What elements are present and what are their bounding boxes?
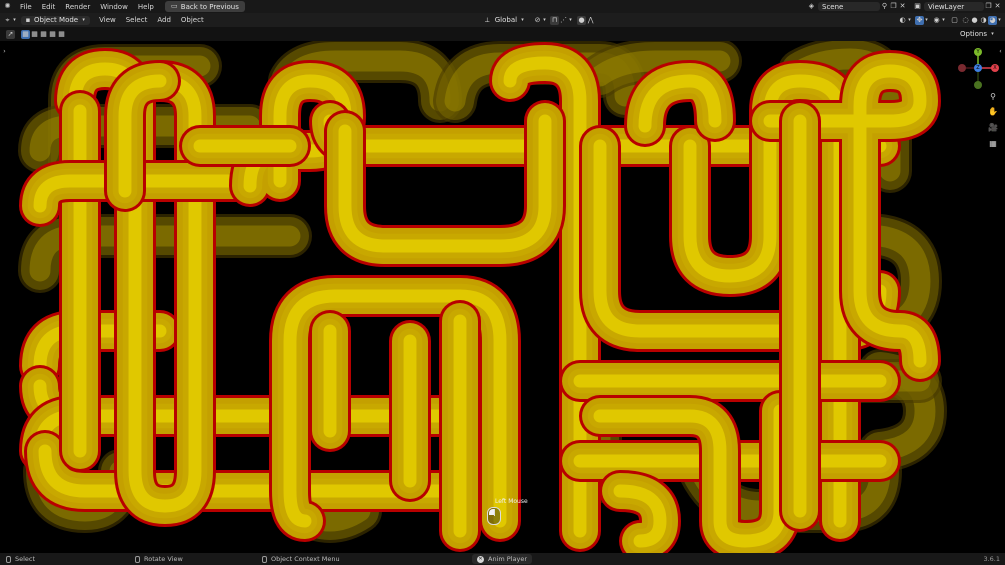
chevron-down-icon: ▾ [925, 16, 928, 23]
menu-select[interactable]: Select [121, 16, 153, 24]
select-tool-icon[interactable]: ➚ [6, 29, 15, 39]
chevron-down-icon: ▾ [991, 30, 994, 37]
status-anim-player[interactable]: ✕ Anim Player [472, 554, 532, 564]
select-intersect-icon[interactable]: ▦ [57, 30, 66, 39]
gizmo-x-axis[interactable]: X [991, 64, 999, 72]
chevron-down-icon: ▾ [521, 16, 524, 23]
mode-selector[interactable]: ▪ Object Mode ▾ [21, 15, 91, 25]
proportional-edit-icon[interactable]: ● [577, 15, 587, 25]
chevron-down-icon: ▾ [543, 16, 546, 23]
view-layer-icon[interactable]: ▣ [913, 2, 922, 11]
select-new-icon[interactable]: ▦ [21, 29, 30, 39]
zoom-icon[interactable]: ⚲ [987, 90, 999, 102]
gizmo-x-label: X [993, 65, 997, 71]
pan-hand-icon[interactable]: ✋ [987, 105, 999, 117]
pivot-point-icon[interactable]: ⊘ [533, 16, 542, 25]
status-select: Select [6, 555, 35, 563]
select-subtract-icon[interactable]: ▦ [39, 30, 48, 39]
new-scene-icon[interactable]: ❐ [889, 2, 898, 11]
top-bar: ✺ File Edit Render Window Help ▭ Back to… [0, 0, 1005, 13]
left-mouse-hint: Left Mouse [485, 496, 535, 536]
left-mouse-icon [6, 555, 11, 563]
orientation-label: Global [494, 16, 518, 24]
options-dropdown[interactable]: Options ▾ [956, 30, 999, 39]
chevron-down-icon: ▾ [13, 16, 16, 23]
menu-view[interactable]: View [94, 16, 121, 24]
menu-render[interactable]: Render [60, 3, 95, 11]
status-select-label: Select [15, 555, 36, 563]
menu-file[interactable]: File [15, 3, 37, 11]
middle-mouse-icon [135, 555, 140, 563]
tool-settings-row: ➚ ▦ ▦ ▦ ▦ ▦ Options ▾ [0, 27, 1005, 41]
mouse-icon [487, 507, 501, 525]
falloff-icon[interactable]: ⋀ [586, 16, 595, 25]
chevron-down-icon: ▾ [569, 16, 572, 23]
rendered-shading-icon[interactable]: ◕ [988, 15, 997, 25]
view-layer-name: ViewLayer [928, 2, 965, 11]
material-shading-icon[interactable]: ◑ [979, 16, 988, 25]
perspective-grid-icon[interactable]: ▦ [987, 137, 999, 149]
chevron-down-icon: ▾ [82, 16, 85, 23]
view-layer-selector[interactable]: ViewLayer [924, 2, 984, 11]
chevron-down-icon: ▾ [908, 16, 911, 23]
status-bar: Select Rotate View Object Context Menu ✕… [0, 553, 1005, 565]
object-mode-icon: ▪ [25, 15, 31, 24]
scene-selector[interactable]: Scene [818, 2, 880, 11]
new-view-layer-icon[interactable]: ❐ [984, 2, 993, 11]
snap-icon[interactable]: ⊓ [550, 15, 560, 25]
transform-orientation-selector[interactable]: ⟂ Global ▾ [479, 16, 529, 25]
right-mouse-icon [262, 555, 267, 563]
gizmo-neg-x[interactable] [958, 64, 966, 72]
scene-name: Scene [822, 2, 844, 11]
status-context: Object Context Menu [262, 555, 340, 563]
gizmo-neg-y[interactable] [974, 81, 982, 89]
select-extend-icon[interactable]: ▦ [30, 30, 39, 39]
status-context-label: Object Context Menu [271, 555, 340, 563]
cancel-x-icon[interactable]: ✕ [477, 555, 484, 563]
version-label: 3.6.1 [983, 555, 1000, 563]
gizmo-toggle-icon[interactable]: ✥ [915, 15, 924, 25]
viewport-header: ⌖ ▾ ▪ Object Mode ▾ View Select Add Obje… [0, 13, 1005, 27]
xray-icon[interactable]: ▢ [950, 16, 959, 25]
gizmo-z-label: Z [976, 65, 980, 71]
navigation-gizmo[interactable]: Y X Z [956, 47, 1000, 91]
delete-scene-icon[interactable]: ✕ [898, 2, 907, 11]
status-rotate: Rotate View [135, 555, 183, 563]
menu-object[interactable]: Object [176, 16, 209, 24]
visibility-icon[interactable]: ◐ [898, 16, 907, 25]
status-rotate-label: Rotate View [144, 555, 183, 563]
pin-icon[interactable]: ⚲ [880, 2, 889, 11]
chevron-down-icon: ▾ [942, 16, 945, 23]
editor-type-icon[interactable]: ⌖ [3, 16, 12, 25]
chevron-down-icon: ▾ [998, 16, 1001, 23]
screen-back-icon: ▭ [170, 2, 178, 10]
menu-window[interactable]: Window [95, 3, 133, 11]
gizmo-y-axis[interactable]: Y [974, 48, 982, 56]
overlays-icon[interactable]: ◉ [932, 16, 941, 25]
3d-viewport[interactable]: › ‹ Y X Z ⚲ ✋ 🎥 ▦ Left Mouse [0, 41, 1005, 553]
camera-view-icon[interactable]: 🎥 [987, 121, 999, 133]
toolbar-toggle-icon[interactable]: › [0, 47, 9, 56]
left-mouse-label: Left Mouse [495, 498, 528, 505]
select-invert-icon[interactable]: ▦ [48, 30, 57, 39]
mode-label: Object Mode [34, 16, 79, 24]
orientation-icon: ⟂ [484, 15, 490, 24]
status-anim-label: Anim Player [488, 555, 527, 563]
menu-add[interactable]: Add [152, 16, 176, 24]
menu-edit[interactable]: Edit [37, 3, 61, 11]
menu-help[interactable]: Help [133, 3, 159, 11]
blender-logo-icon[interactable]: ✺ [3, 2, 12, 11]
back-to-previous-button[interactable]: ▭ Back to Previous [164, 1, 245, 12]
scene-icon[interactable]: ◈ [807, 2, 816, 11]
options-label: Options [959, 30, 987, 38]
snap-target-icon[interactable]: ⋰ [559, 16, 568, 25]
solid-shading-icon[interactable]: ● [970, 16, 979, 25]
wireframe-shading-icon[interactable]: ◌ [961, 16, 970, 25]
back-to-previous-label: Back to Previous [180, 2, 239, 11]
delete-view-layer-icon[interactable]: ✕ [993, 2, 1002, 11]
pipe-maze-render [18, 41, 947, 553]
gizmo-y-label: Y [976, 49, 980, 55]
gizmo-z-axis[interactable]: Z [974, 64, 982, 72]
